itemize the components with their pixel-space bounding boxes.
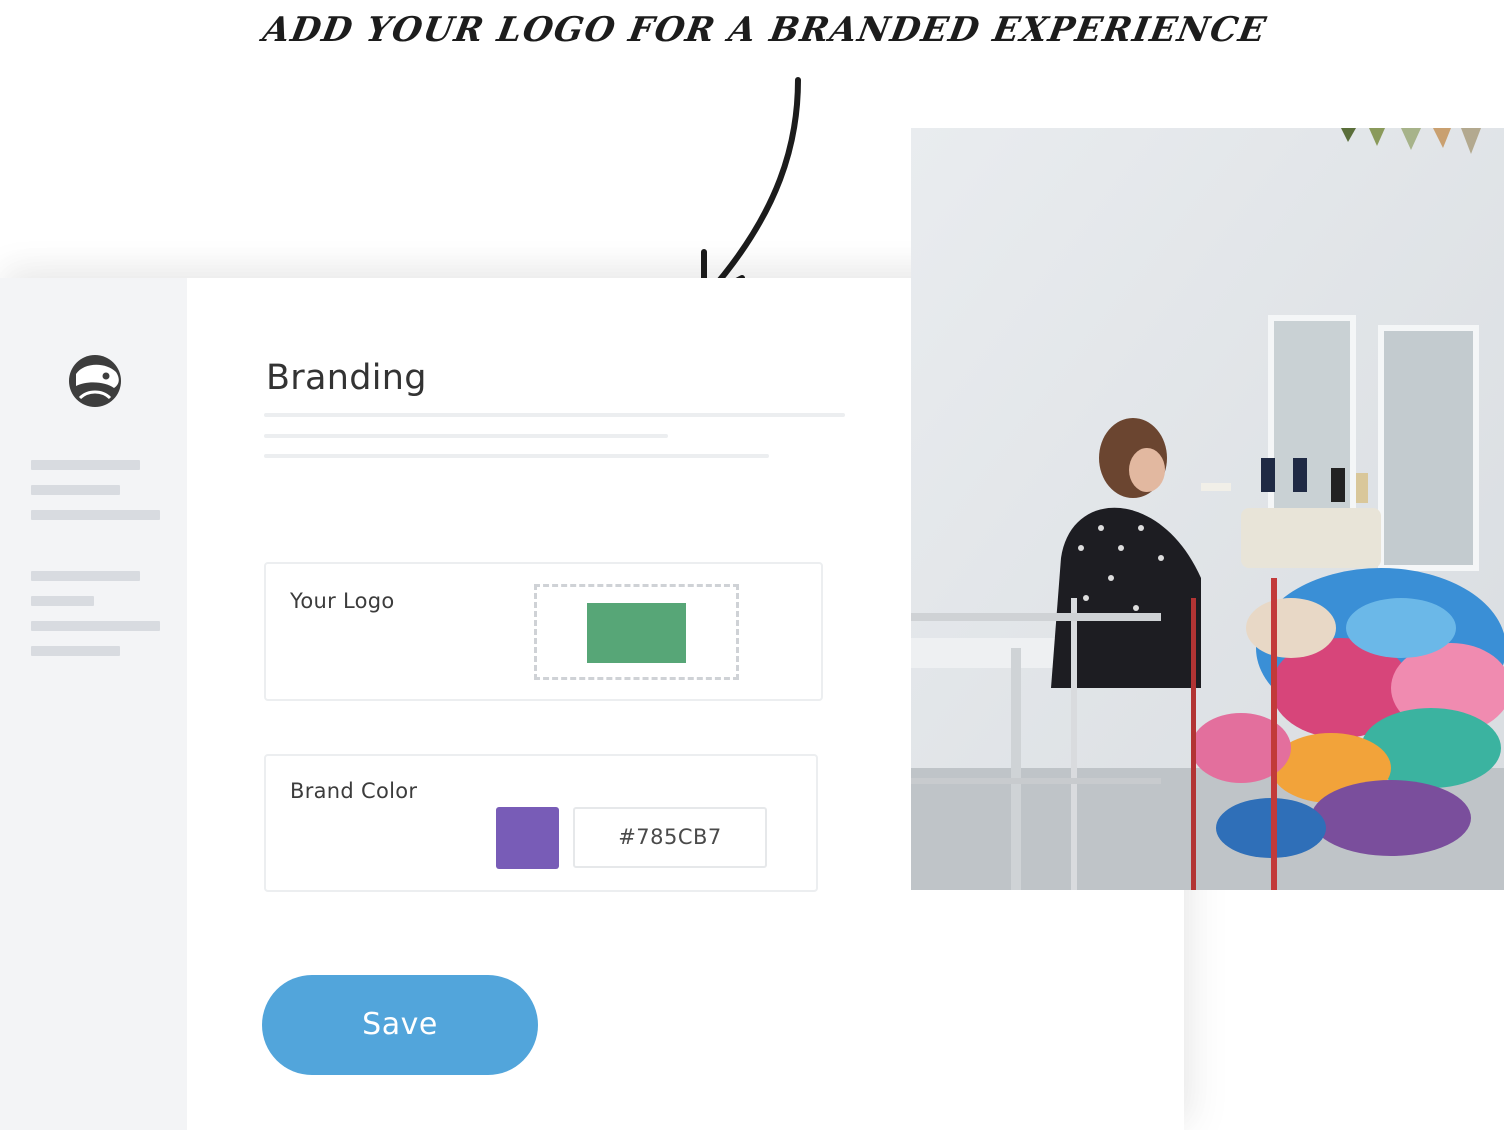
color-swatch[interactable] [496,807,559,869]
sidebar-item-placeholder[interactable] [31,510,160,520]
sidebar-item-placeholder[interactable] [31,621,160,631]
sidebar-item-placeholder[interactable] [31,596,94,606]
logo-card: Your Logo [264,562,823,701]
sidebar-item-placeholder[interactable] [31,460,140,470]
beaver-logo-icon[interactable] [66,352,126,408]
brand-color-card: Brand Color #785CB7 [264,754,818,892]
divider [264,413,845,417]
sidebar-item-placeholder[interactable] [31,571,140,581]
save-button[interactable]: Save [262,975,538,1075]
logo-dropzone[interactable] [534,584,739,680]
curved-arrow-icon [701,77,801,301]
workshop-photo [911,128,1504,890]
page-title: Branding [266,358,427,398]
brand-color-label: Brand Color [290,779,418,803]
sidebar [0,278,187,1130]
sidebar-item-placeholder[interactable] [31,646,120,656]
annotation-caption: ADD YOUR LOGO FOR A BRANDED EXPERIENCE [259,10,1270,50]
logo-label: Your Logo [290,589,395,613]
sidebar-item-placeholder[interactable] [31,485,120,495]
text-placeholder [264,454,769,458]
text-placeholder [264,434,668,438]
logo-preview [587,603,686,663]
hex-color-input[interactable]: #785CB7 [573,807,767,868]
